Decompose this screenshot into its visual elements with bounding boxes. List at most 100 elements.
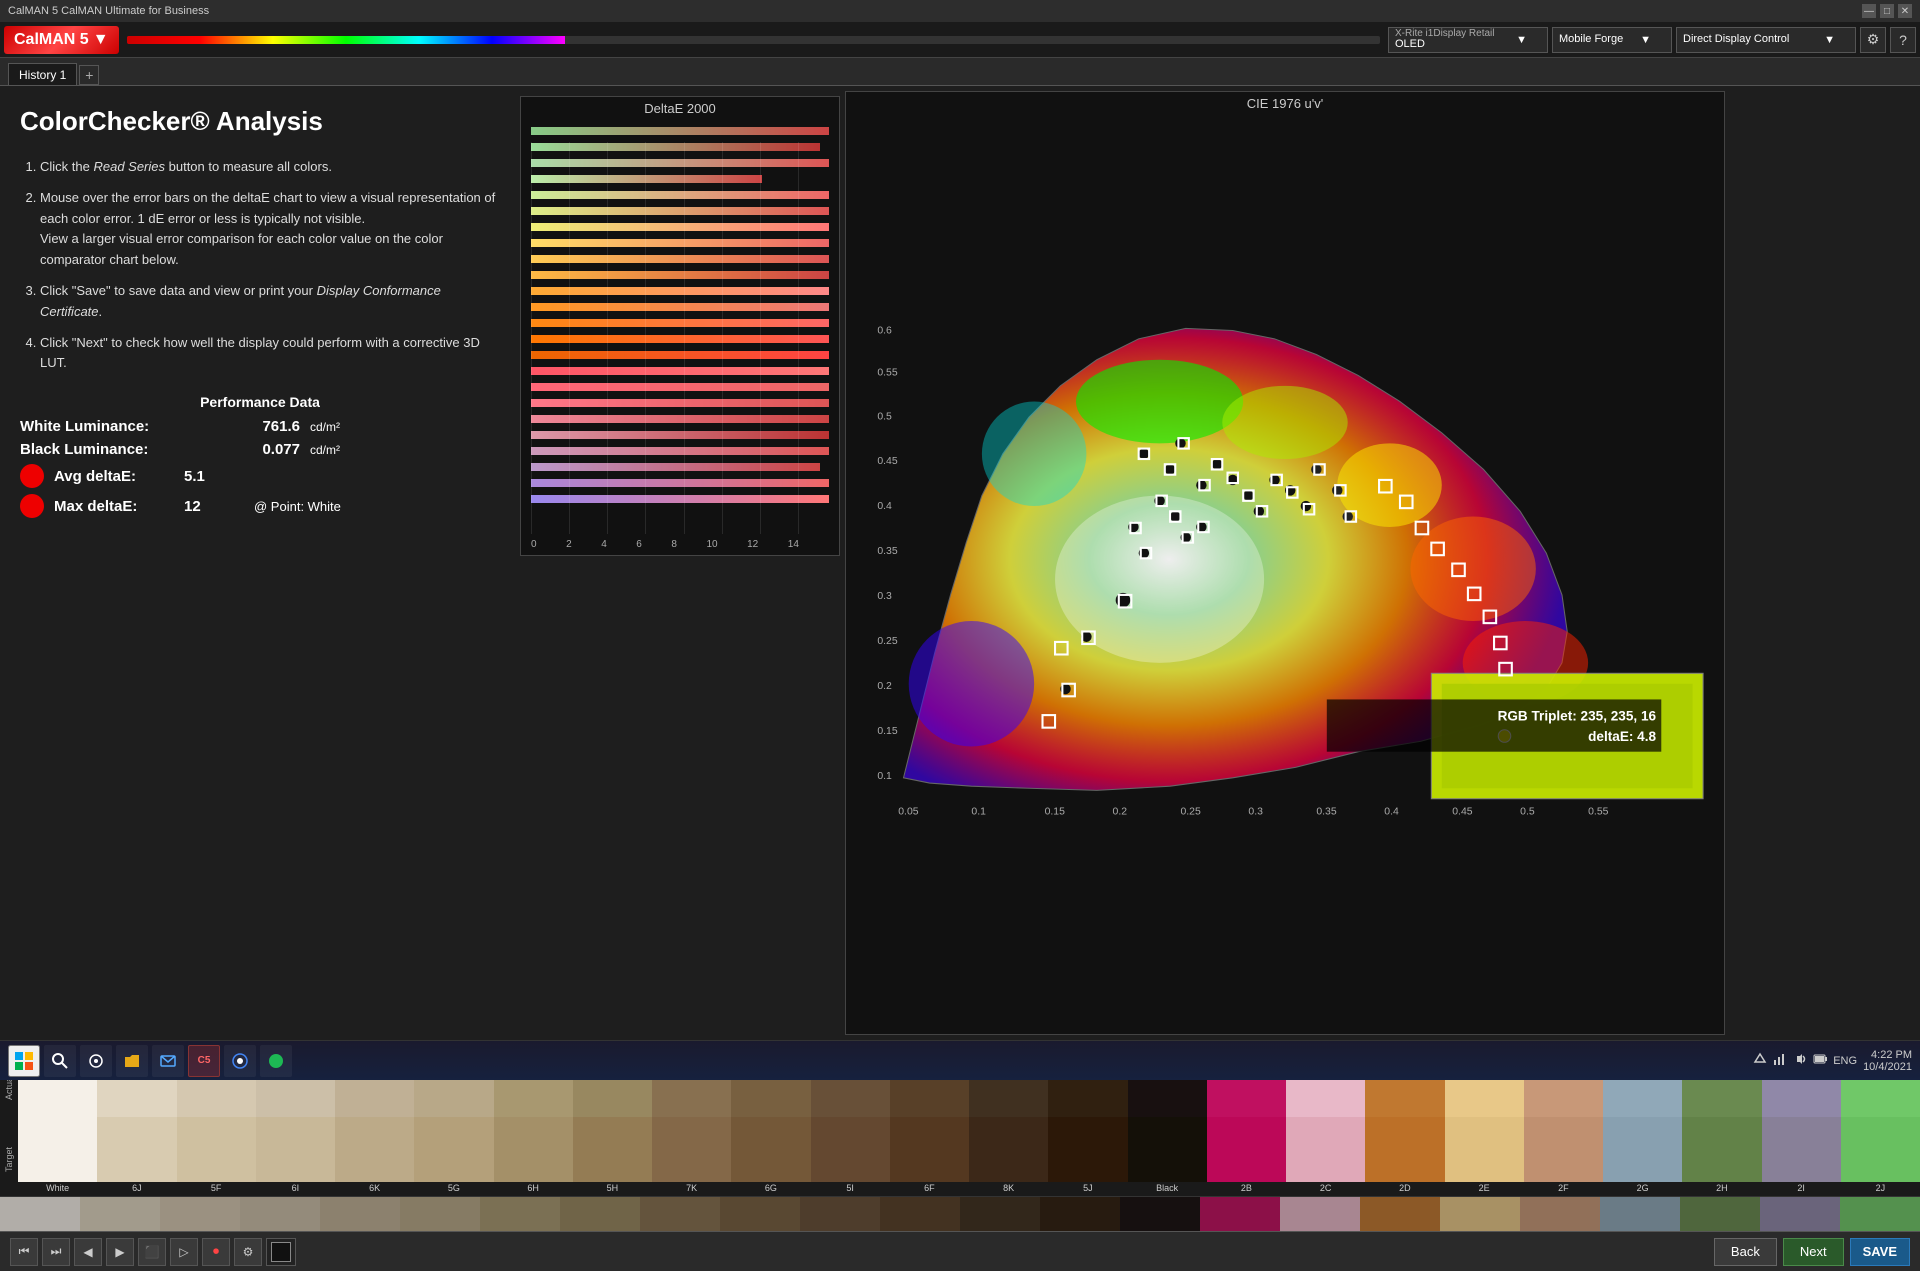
svg-text:0.1: 0.1 xyxy=(971,806,986,817)
add-tab-button[interactable]: + xyxy=(79,65,99,85)
swatch-label-2H: 2H xyxy=(1682,1182,1761,1196)
gridline-6 xyxy=(645,142,646,534)
menu-bar: CalMAN 5 ▼ X-Rite i1Display Retail OLED … xyxy=(0,22,1920,58)
task-view-button[interactable] xyxy=(80,1045,112,1077)
gridline-12 xyxy=(760,142,761,534)
stop-button[interactable]: ⬛ xyxy=(138,1238,166,1266)
swatch-label-7K: 7K xyxy=(652,1182,731,1196)
deltae-chart-title: DeltaE 2000 xyxy=(521,97,839,120)
mini-swatch-5I xyxy=(800,1197,880,1231)
svg-text:0.45: 0.45 xyxy=(1452,806,1473,817)
max-delta-indicator xyxy=(20,494,44,518)
settings2-button[interactable]: ⚙ xyxy=(234,1238,262,1266)
skip-forward-button[interactable]: ⏭ xyxy=(42,1238,70,1266)
swatch-label-2C: 2C xyxy=(1286,1182,1365,1196)
speaker-icon xyxy=(1793,1052,1807,1069)
close-button[interactable]: ✕ xyxy=(1898,4,1912,18)
calman-logo[interactable]: CalMAN 5 ▼ xyxy=(4,26,119,54)
search-taskbar-button[interactable] xyxy=(44,1045,76,1077)
mobileforge-dropdown[interactable]: Mobile Forge ▼ xyxy=(1552,27,1672,53)
mail-taskbar-button[interactable] xyxy=(152,1045,184,1077)
swatch-label-5F: 5F xyxy=(177,1182,256,1196)
next-icon-button[interactable]: ▶ xyxy=(106,1238,134,1266)
record-button[interactable]: ⏺ xyxy=(202,1238,230,1266)
mail-icon xyxy=(160,1053,176,1069)
start-button[interactable] xyxy=(8,1045,40,1077)
swatch-label-6F: 6F xyxy=(890,1182,969,1196)
next-button[interactable]: Next xyxy=(1783,1238,1844,1266)
directdisplay-dropdown[interactable]: Direct Display Control ▼ xyxy=(1676,27,1856,53)
mini-swatches-row xyxy=(0,1196,1920,1231)
folder-icon xyxy=(124,1053,140,1069)
gridline-14 xyxy=(798,142,799,534)
swatch-label-5G: 5G xyxy=(414,1182,493,1196)
mini-swatch-8K xyxy=(960,1197,1040,1231)
settings-button[interactable]: ⚙ xyxy=(1860,27,1886,53)
mini-swatch-2H xyxy=(1680,1197,1760,1231)
battery-icon xyxy=(1813,1054,1827,1067)
swatch-label-6K: 6K xyxy=(335,1182,414,1196)
chrome-taskbar-button[interactable] xyxy=(224,1045,256,1077)
svg-text:0.1: 0.1 xyxy=(877,771,892,782)
swatch-label-6H: 6H xyxy=(494,1182,573,1196)
mini-swatch-White xyxy=(0,1197,80,1231)
svg-text:0.6: 0.6 xyxy=(877,326,892,337)
left-panel: ColorChecker® Analysis Click the Read Se… xyxy=(0,86,520,1040)
help-button[interactable]: ? xyxy=(1890,27,1916,53)
white-luminance-row: White Luminance: 761.6 cd/m² xyxy=(20,418,500,435)
mini-swatch-5F xyxy=(160,1197,240,1231)
svg-text:0.3: 0.3 xyxy=(1248,806,1263,817)
black-luminance-value: 0.077 xyxy=(220,441,300,458)
mini-swatch-Black xyxy=(1120,1197,1200,1231)
maximize-button[interactable]: □ xyxy=(1880,4,1894,18)
save-button[interactable]: SAVE xyxy=(1850,1238,1910,1266)
svg-text:0.25: 0.25 xyxy=(877,636,898,647)
cie-chart-title: CIE 1976 u'v' xyxy=(846,92,1724,115)
bottom-icons: ⏮ ⏭ ◀ ▶ ⬛ ▷ ⏺ ⚙ xyxy=(10,1238,296,1266)
swatch-label-2I: 2I xyxy=(1762,1182,1841,1196)
skip-back-button[interactable]: ⏮ xyxy=(10,1238,38,1266)
avg-delta-row: Avg deltaE: 5.1 xyxy=(20,464,500,488)
swatch-label-2G: 2G xyxy=(1603,1182,1682,1196)
window-title: CalMAN 5 CalMAN Ultimate for Business xyxy=(8,5,209,17)
max-delta-label: Max deltaE: xyxy=(54,498,184,515)
back-button[interactable]: Back xyxy=(1714,1238,1777,1266)
prev-button[interactable]: ◀ xyxy=(74,1238,102,1266)
black-luminance-unit: cd/m² xyxy=(310,443,340,457)
xrite-dropdown[interactable]: X-Rite i1Display Retail OLED ▼ xyxy=(1388,27,1548,53)
spotify-taskbar-button[interactable] xyxy=(260,1045,292,1077)
mini-swatch-2I xyxy=(1760,1197,1840,1231)
swatch-label-2B: 2B xyxy=(1207,1182,1286,1196)
gridline-4 xyxy=(607,142,608,534)
instruction-3: Click "Save" to save data and view or pr… xyxy=(40,281,500,323)
instruction-1: Click the Read Series button to measure … xyxy=(40,157,500,178)
main-content: ColorChecker® Analysis Click the Read Se… xyxy=(0,86,1920,1040)
page-title: ColorChecker® Analysis xyxy=(20,106,500,137)
network-icon xyxy=(1773,1052,1787,1069)
svg-text:0.4: 0.4 xyxy=(1384,806,1399,817)
minimize-button[interactable]: — xyxy=(1862,4,1876,18)
language-indicator: ENG xyxy=(1833,1055,1857,1067)
play-button[interactable]: ▷ xyxy=(170,1238,198,1266)
svg-text:0.15: 0.15 xyxy=(1045,806,1066,817)
directdisplay-arrow-icon: ▼ xyxy=(1824,34,1835,46)
mini-swatch-6K xyxy=(320,1197,400,1231)
taskbar-right: ENG 4:22 PM 10/4/2021 xyxy=(1753,1049,1912,1073)
mini-swatch-6J xyxy=(80,1197,160,1231)
black-luminance-label: Black Luminance: xyxy=(20,441,220,458)
black-luminance-row: Black Luminance: 0.077 cd/m² xyxy=(20,441,500,458)
calman-taskbar-button[interactable]: C5 xyxy=(188,1045,220,1077)
svg-text:0.35: 0.35 xyxy=(1316,806,1337,817)
svg-text:0.2: 0.2 xyxy=(877,681,892,692)
swatch-label-5H: 5H xyxy=(573,1182,652,1196)
max-delta-point: @ Point: White xyxy=(254,499,341,514)
bottom-toolbar: ⏮ ⏭ ◀ ▶ ⬛ ▷ ⏺ ⚙ Back Next SAVE xyxy=(0,1231,1920,1271)
instruction-4: Click "Next" to check how well the displ… xyxy=(40,333,500,375)
taskview-icon xyxy=(88,1053,104,1069)
avg-delta-label: Avg deltaE: xyxy=(54,468,184,485)
directdisplay-label: Direct Display Control xyxy=(1683,34,1789,45)
history1-tab[interactable]: History 1 xyxy=(8,63,77,85)
logo-arrow: ▼ xyxy=(93,31,109,49)
svg-text:0.25: 0.25 xyxy=(1180,806,1201,817)
file-explorer-taskbar-button[interactable] xyxy=(116,1045,148,1077)
